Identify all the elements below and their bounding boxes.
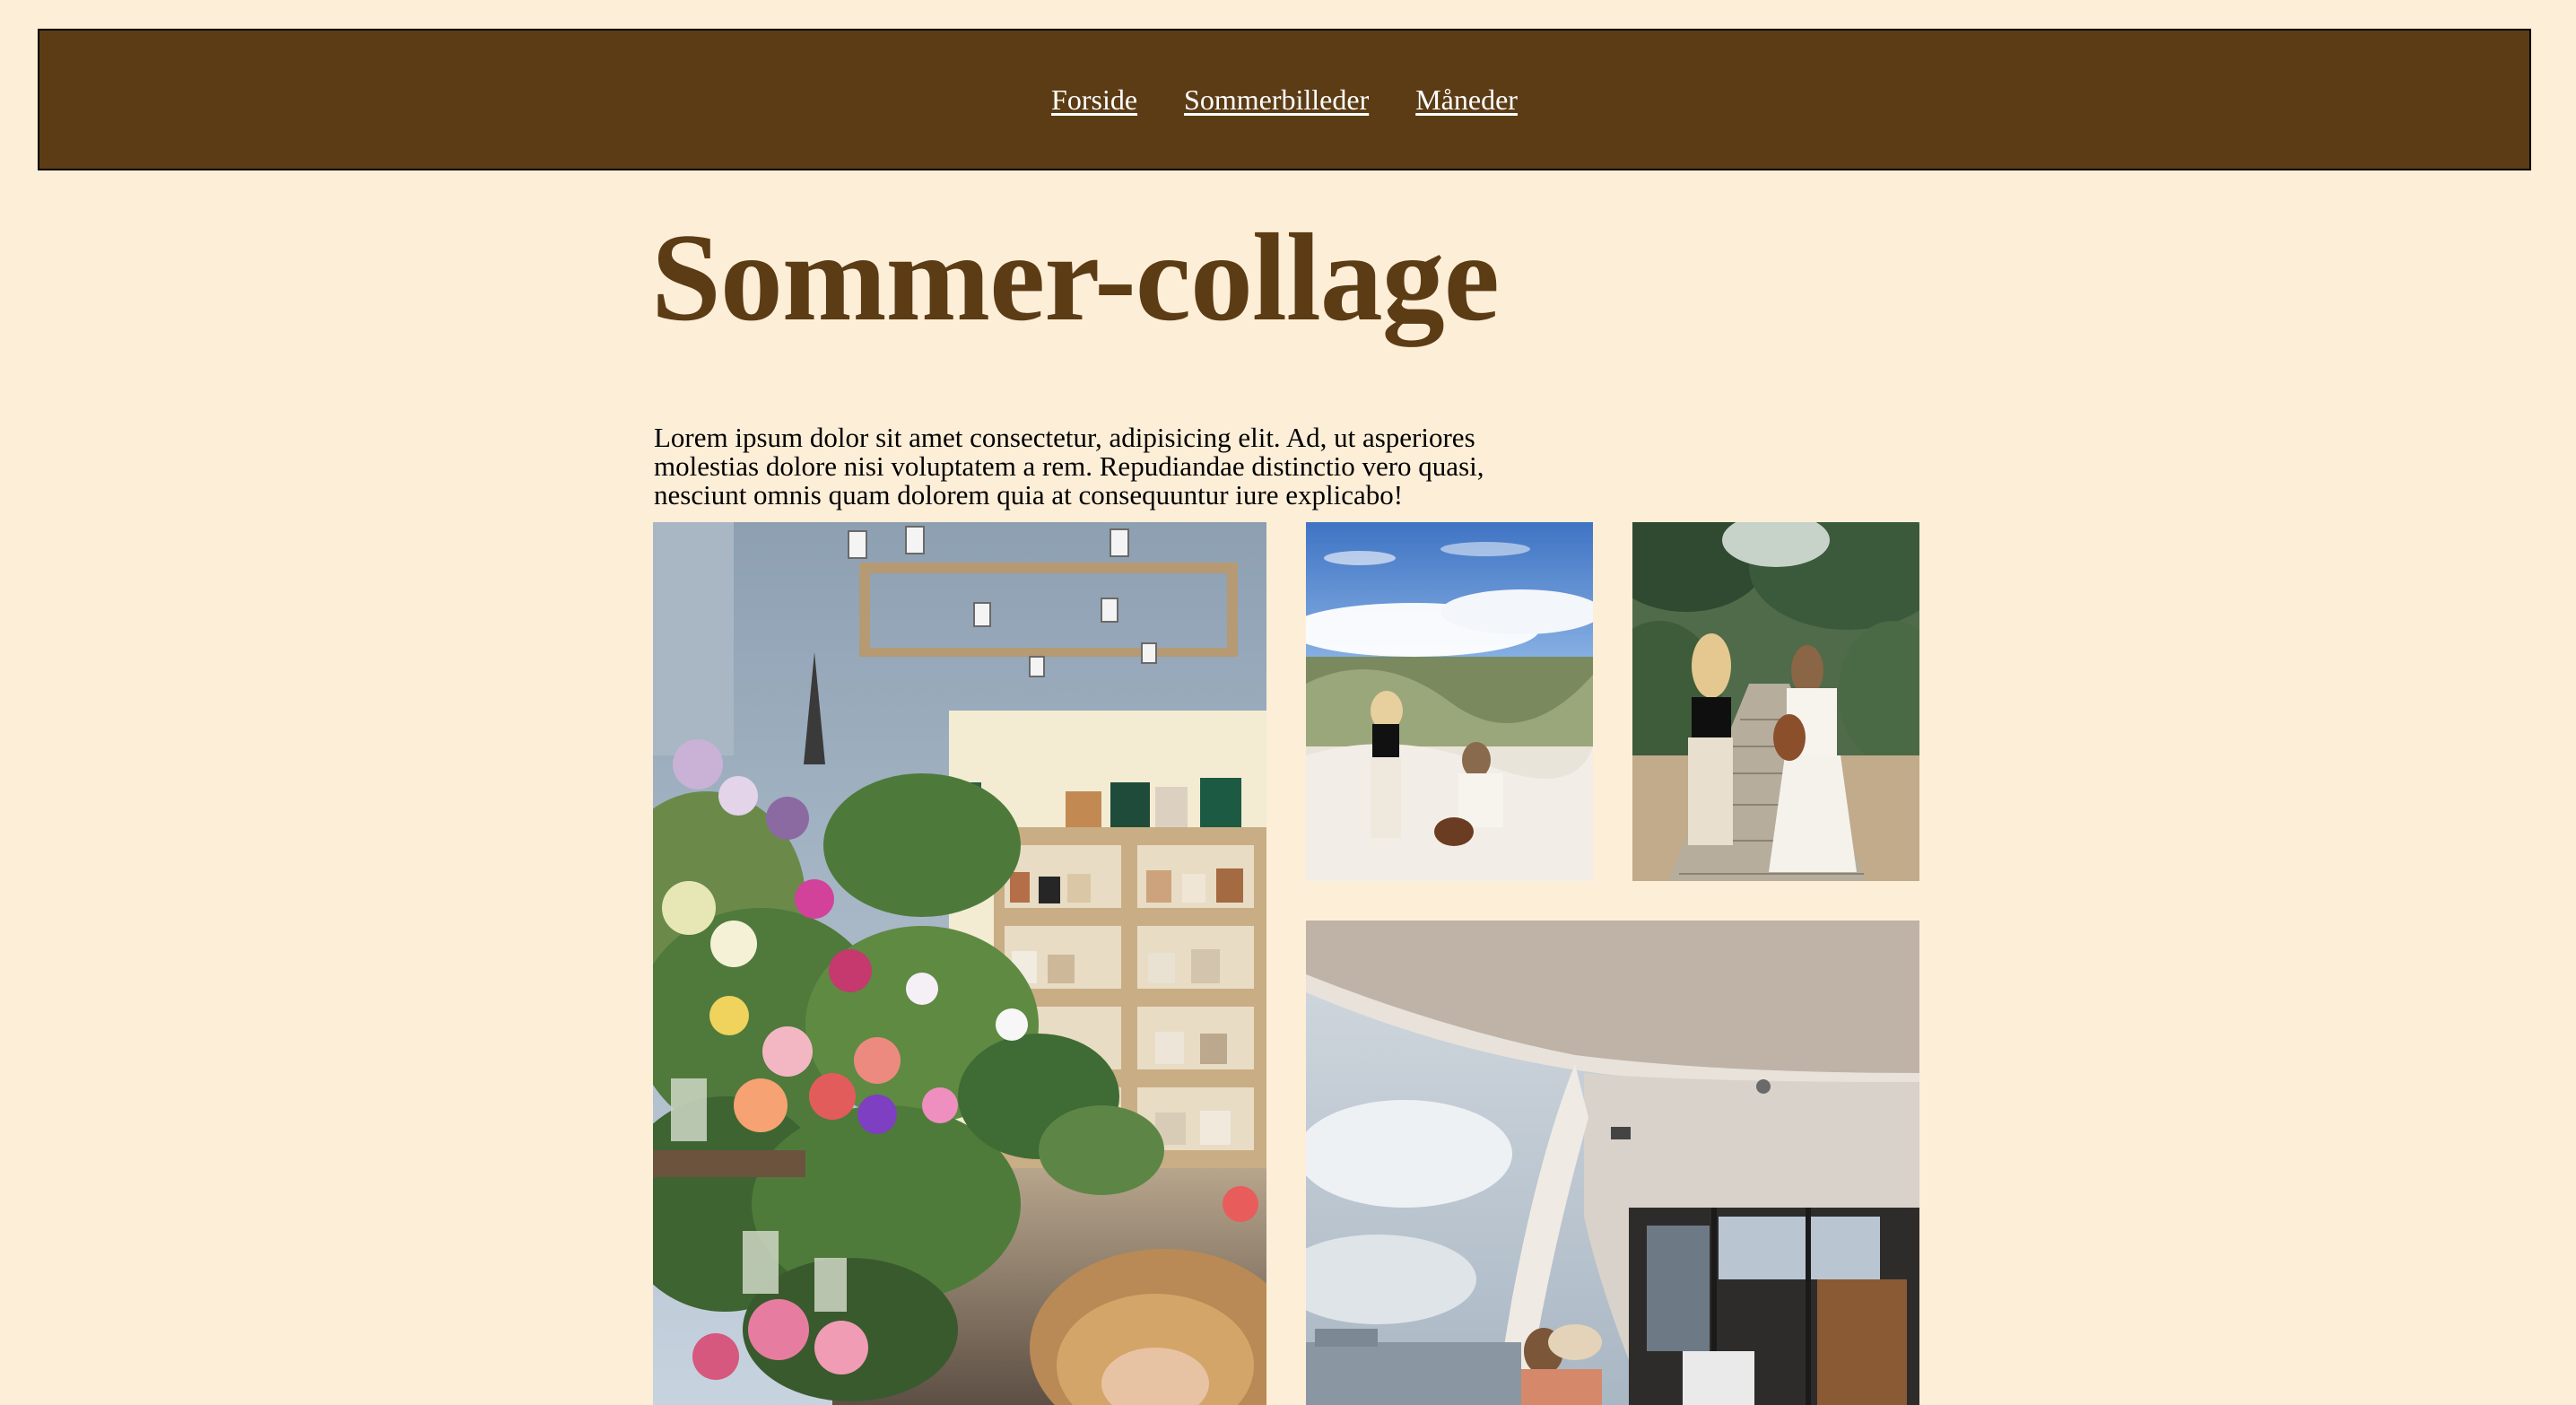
florist-shop-photo bbox=[653, 522, 1266, 1405]
intro-paragraph: Lorem ipsum dolor sit amet consectetur, … bbox=[654, 422, 1484, 511]
page-title: Sommer-collage bbox=[651, 208, 1500, 347]
nav-link-maneder[interactable]: Måneder bbox=[1415, 83, 1518, 117]
nav-link-forside[interactable]: Forside bbox=[1051, 83, 1137, 117]
boat-photo bbox=[1306, 921, 1919, 1405]
nav-link-sommerbilleder[interactable]: Sommerbilleder bbox=[1184, 83, 1369, 117]
dunes-photo bbox=[1306, 522, 1593, 881]
main-nav: Forside Sommerbilleder Måneder bbox=[38, 29, 2531, 170]
boardwalk-photo bbox=[1632, 522, 1919, 881]
